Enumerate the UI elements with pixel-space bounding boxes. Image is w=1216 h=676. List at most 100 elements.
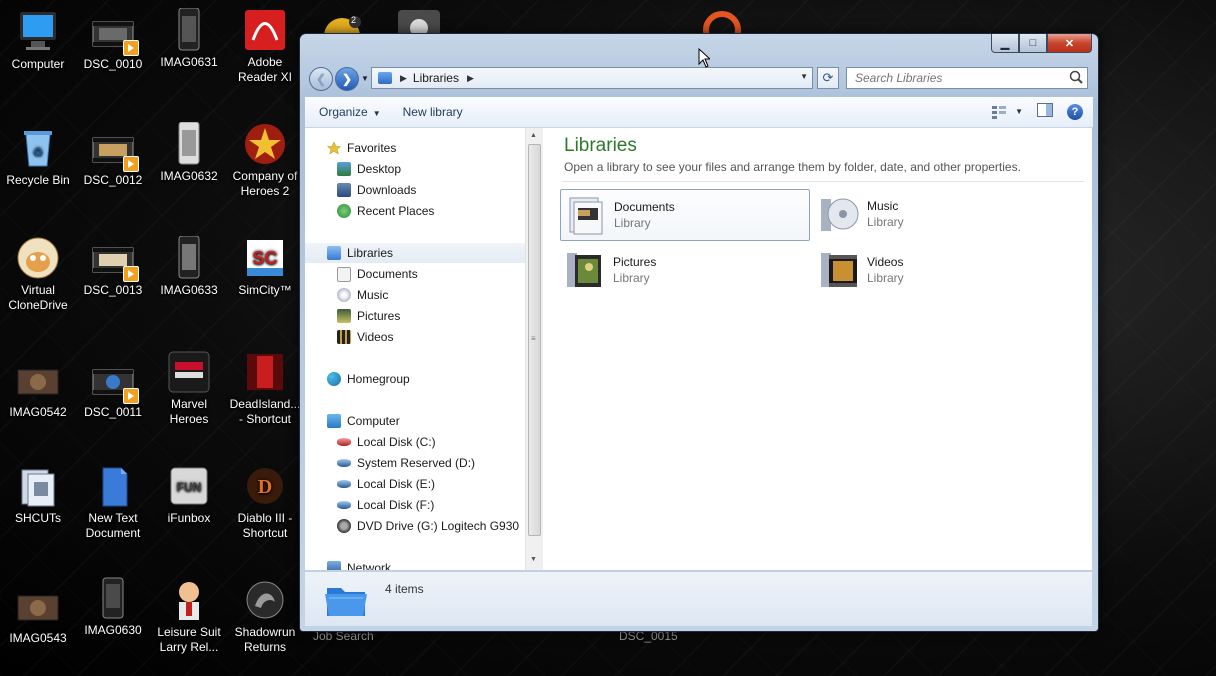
nav-dvd-drive-g[interactable]: DVD Drive (G:) Logitech G930 [305,516,525,536]
deadisland-icon [243,350,287,394]
organize-menu[interactable]: Organize ▼ [319,105,381,119]
desktop-icon-deadisland[interactable]: DeadIsland... - Shortcut [227,350,303,427]
library-type: Library [867,215,904,229]
origin-icon[interactable] [702,6,742,49]
nav-favorites[interactable]: Favorites [305,138,525,158]
desktop-icon-label: IMAG0542 [9,405,67,419]
desktop-icon-label: iFunbox [167,511,211,525]
refresh-button[interactable]: ⟳ [817,67,839,89]
svg-text:♻: ♻ [33,145,44,159]
nav-system-reserved-d[interactable]: System Reserved (D:) [305,453,525,473]
desktop-icon-imag0633[interactable]: IMAG0633 [151,235,227,298]
library-type: Library [867,271,904,285]
close-button[interactable]: ✕ [1047,34,1092,53]
help-icon[interactable]: ? [1067,103,1083,120]
desktop-icon-label: IMAG0631 [160,55,218,69]
forward-button[interactable]: ❯ [335,67,359,91]
nav-libraries[interactable]: Libraries [305,243,525,263]
partially-hidden-icon[interactable] [396,8,442,40]
desktop-icon-computer[interactable]: Computer [0,10,76,72]
search-input[interactable] [853,70,1067,86]
library-videos[interactable]: Videos Library [814,245,1062,295]
photo-thumbnail-icon [16,358,60,402]
desktop-icon-shadowrun-returns[interactable]: Shadowrun Returns [227,578,303,655]
nav-documents[interactable]: Documents [305,264,525,284]
minimize-button[interactable]: ▁ [991,34,1019,53]
library-documents[interactable]: Documents Library [560,189,810,241]
documents-library-icon [569,197,603,235]
desktop-icon-dsc-0010[interactable]: DSC_0010 [75,10,151,72]
nav-local-disk-f[interactable]: Local Disk (F:) [305,495,525,515]
desktop-icon-imag0542[interactable]: IMAG0542 [0,358,76,420]
nav-computer[interactable]: Computer [305,411,525,431]
nav-local-disk-e[interactable]: Local Disk (E:) [305,474,525,494]
address-history-dropdown-icon[interactable]: ▼ [800,72,808,81]
desktop-icon-recycle-bin[interactable]: ♻ Recycle Bin [0,126,76,188]
desktop-icon-imag0631[interactable]: IMAG0631 [151,7,227,70]
desktop-icon-dsc-0011[interactable]: DSC_0011 [75,358,151,420]
search-box[interactable] [846,67,1088,89]
libraries-icon [378,72,392,84]
recent-places-icon [337,204,351,218]
desktop-icon-label: DeadIsland... - Shortcut [229,397,301,426]
desktop-icon-imag0632[interactable]: IMAG0632 [151,121,227,184]
folder-stack-icon [16,464,60,508]
nav-desktop[interactable]: Desktop [305,159,525,179]
desktop-icon-virtual-clonedrive[interactable]: Virtual CloneDrive [0,236,76,313]
desktop-icon-label: IMAG0632 [160,169,218,183]
nav-music[interactable]: Music [305,285,525,305]
downloads-icon [337,183,351,197]
desktop-icon-diablo-iii[interactable]: D Diablo III - Shortcut [227,464,303,541]
organize-label: Organize [319,105,368,119]
breadcrumb-libraries[interactable]: Libraries [413,71,459,85]
library-pictures[interactable]: Pictures Library [560,245,808,295]
nav-local-disk-c[interactable]: Local Disk (C:) [305,432,525,452]
nav-label: Local Disk (C:) [357,435,436,449]
nav-recent-places[interactable]: Recent Places [305,201,525,221]
address-bar[interactable]: ▶ Libraries ▶ ▼ [371,67,813,89]
nav-downloads[interactable]: Downloads [305,180,525,200]
desktop-icon-adobe-reader[interactable]: Adobe Reader XI [227,8,303,85]
desktop-icon-ifunbox[interactable]: FUN iFunbox [151,464,227,526]
desktop-icon-imag0543[interactable]: IMAG0543 [0,584,76,646]
sheep-icon [16,236,60,280]
svg-text:D: D [258,476,272,498]
library-music[interactable]: Music Library [814,189,1062,239]
desktop-icon-dsc-0013[interactable]: DSC_0013 [75,236,151,298]
maximize-button[interactable]: □ [1019,34,1047,53]
scroll-down-icon[interactable]: ▼ [530,556,537,563]
command-bar: Organize ▼ New library ▼ ? [305,97,1093,128]
desktop-icon-company-of-heroes-2[interactable]: Company of Heroes 2 [227,122,303,199]
scroll-up-icon[interactable]: ▲ [530,132,537,139]
desktop-icon-dsc-0012[interactable]: DSC_0012 [75,126,151,188]
desktop-icon-label: IMAG0543 [9,631,67,645]
search-icon[interactable] [1069,70,1083,87]
desktop-icon-leisure-suit-larry[interactable]: Leisure Suit Larry Rel... [151,578,227,655]
desktop-icon-shcuts[interactable]: SHCUTs [0,464,76,526]
desktop-icon-label: Computer [11,57,65,71]
back-button[interactable]: ❮ [309,67,333,91]
nav-network[interactable]: Network [305,558,525,570]
breadcrumb-chevron-icon[interactable]: ▶ [467,73,474,84]
page-subtitle: Open a library to see your files and arr… [564,160,1021,174]
refresh-icon: ⟳ [822,70,834,85]
videos-library-icon [821,253,857,287]
preview-pane-button[interactable] [1037,103,1053,120]
change-view-button[interactable]: ▼ [991,105,1023,119]
nav-pictures[interactable]: Pictures [305,306,525,326]
desktop-icon-new-text-document[interactable]: New Text Document [75,464,151,541]
desktop-icon-imag0630[interactable]: IMAG0630 [75,576,151,638]
music-library-icon [821,198,859,231]
nav-videos[interactable]: Videos [305,327,525,347]
library-text: Videos Library [867,255,904,285]
desktop-icon-marvel-heroes[interactable]: Marvel Heroes [151,350,227,427]
phone-photo-icon [91,576,135,620]
address-row: ❮ ❯ ▼ ▶ Libraries ▶ ▼ ⟳ [308,66,1090,91]
recent-pages-dropdown-icon[interactable]: ▼ [361,74,369,83]
nav-homegroup[interactable]: Homegroup [305,369,525,389]
desktop-icon-simcity[interactable]: SC SimCity™ [227,236,303,298]
navigation-scrollbar[interactable]: ▲ ≡ ▼ [525,128,543,570]
new-library-button[interactable]: New library [403,105,463,119]
nav-label: Videos [357,330,394,344]
breadcrumb-separator-icon[interactable]: ▶ [400,73,407,84]
